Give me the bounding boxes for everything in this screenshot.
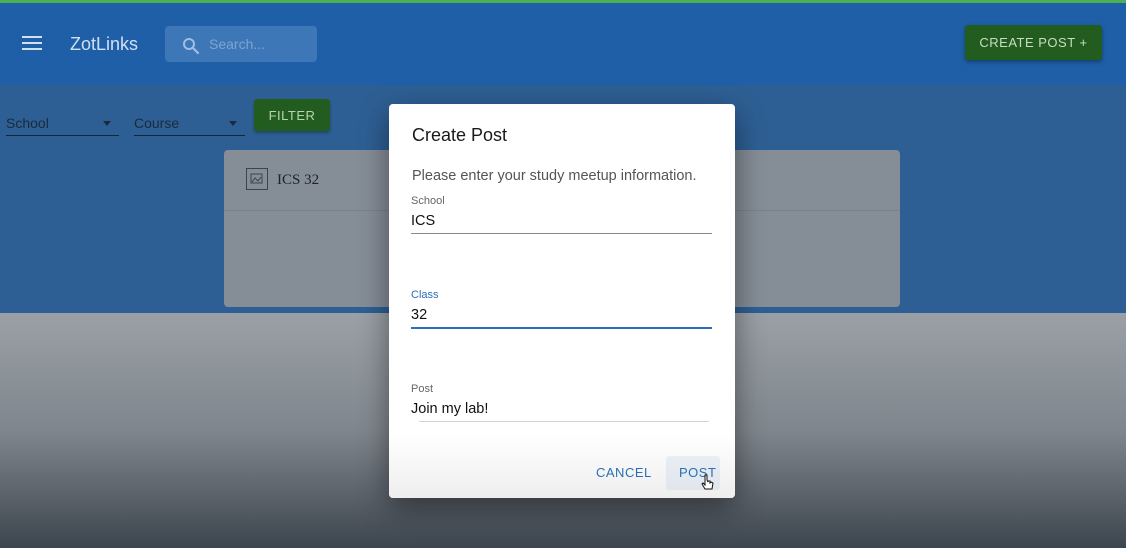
- dialog-title: Create Post: [412, 125, 508, 145]
- class-field-underline: [411, 327, 712, 329]
- create-post-dialog: Create Post Please enter your study meet…: [389, 104, 735, 498]
- post-field-label: Post: [411, 383, 434, 395]
- filter-button[interactable]: FILTER: [254, 99, 330, 131]
- pointer-cursor-icon: [701, 474, 714, 490]
- course-dropdown-label: Course: [134, 115, 180, 131]
- search-box[interactable]: [165, 26, 317, 62]
- create-post-button[interactable]: CREATE POST +: [965, 25, 1102, 60]
- school-dropdown-label: School: [6, 115, 49, 131]
- school-field-underline: [411, 233, 712, 234]
- chevron-down-icon: [229, 121, 237, 126]
- image-icon: [246, 168, 268, 190]
- post-input[interactable]: [411, 398, 712, 420]
- school-input[interactable]: [411, 210, 712, 232]
- school-field-label: School: [411, 195, 445, 207]
- class-field-label: Class: [411, 289, 439, 301]
- dialog-description: Please enter your study meetup informati…: [412, 168, 697, 184]
- app-bar: ZotLinks CREATE POST +: [0, 3, 1126, 85]
- post-card-title: ICS 32: [277, 172, 320, 188]
- app-brand[interactable]: ZotLinks: [70, 34, 138, 55]
- class-input[interactable]: [411, 304, 712, 326]
- cancel-button[interactable]: CANCEL: [596, 465, 652, 480]
- school-dropdown[interactable]: School: [6, 107, 119, 136]
- menu-icon[interactable]: [22, 36, 42, 50]
- post-field-underline: [419, 421, 709, 422]
- search-input[interactable]: [209, 35, 309, 53]
- chevron-down-icon: [103, 121, 111, 126]
- search-icon: [183, 38, 200, 55]
- course-dropdown[interactable]: Course: [134, 107, 245, 136]
